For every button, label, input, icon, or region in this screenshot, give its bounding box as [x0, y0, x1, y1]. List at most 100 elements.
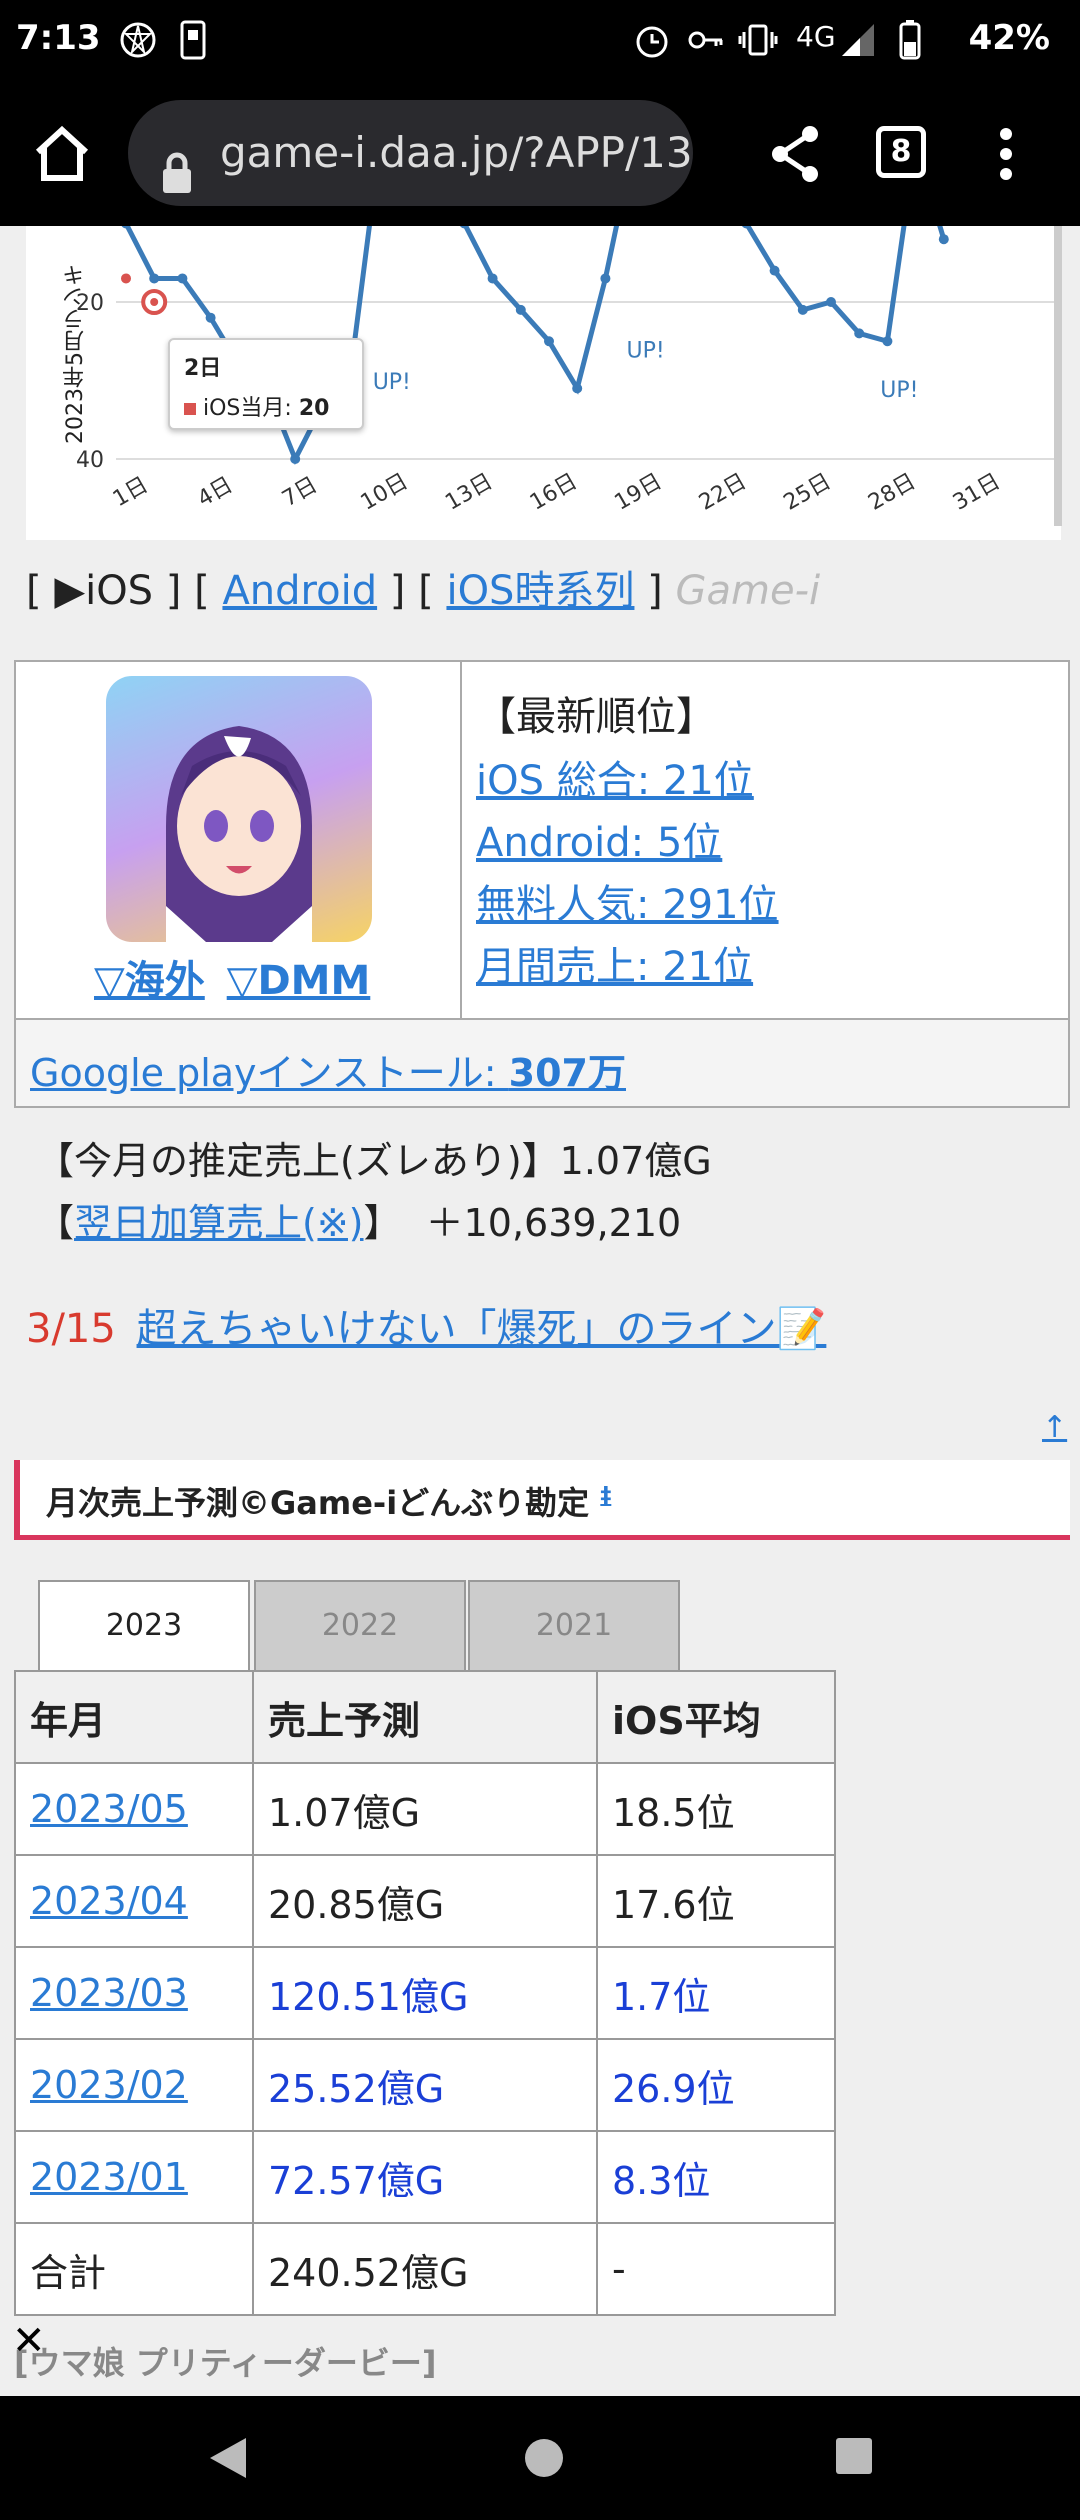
section-title: 月次売上予測©Game-iどんぶり勘定	[46, 1484, 590, 1522]
monthly-estimate-value: 1.07億G	[559, 1139, 712, 1183]
chart-point	[177, 273, 188, 284]
address-bar[interactable]: game-i.daa.jp/?APP/132	[128, 100, 693, 206]
rank-free-link[interactable]: 無料人気: 291位	[476, 872, 779, 930]
page-content: 20 40 1日 4日 7日 10日 13日 16日 19日 22日 25日 28日 31日 UP! UP…	[0, 226, 1080, 2396]
chart-x-tick: 4日	[194, 473, 238, 513]
back-icon[interactable]	[206, 2434, 250, 2486]
chart-point	[797, 304, 808, 315]
chart-x-tick: 1日	[109, 473, 153, 513]
chart-annotation: UP!	[626, 339, 664, 364]
sales-cell: 1.07億G	[252, 1762, 598, 1856]
home-nav-icon[interactable]	[522, 2436, 566, 2484]
tooltip-title: 2日	[184, 356, 222, 381]
chart-x-tick: 10日	[357, 469, 413, 516]
avg-cell: 18.5位	[596, 1762, 836, 1856]
chart-point	[290, 454, 301, 464]
chart-ylabel: 2023年5月ランキ	[63, 264, 88, 444]
table-row: 2023/03 120.51億G 1.7位	[14, 1946, 836, 2040]
month-link[interactable]: 2023/03	[30, 1971, 188, 2015]
vibrate-icon	[738, 20, 778, 69]
home-icon[interactable]	[30, 122, 94, 190]
tab-switcher-button[interactable]: 8	[876, 126, 926, 178]
table-row: 2023/02 25.52億G 26.9位	[14, 2038, 836, 2132]
table-header-row: 年月 売上予測 iOS平均	[14, 1670, 836, 1764]
tab-2021[interactable]: 2021	[468, 1580, 680, 1672]
chart-x-tick: 7日	[278, 473, 322, 513]
avg-cell: 1.7位	[596, 1946, 836, 2040]
total-label: 合計	[14, 2222, 254, 2316]
share-icon[interactable]	[770, 124, 822, 188]
chart-x-tick: 31日	[949, 469, 1005, 516]
nav-ios-timeline-link[interactable]: iOS時系列	[446, 568, 634, 614]
app-icon[interactable]	[106, 676, 372, 942]
nav-android-link[interactable]: Android	[222, 568, 377, 614]
recents-icon[interactable]	[834, 2436, 874, 2480]
chart-point	[769, 265, 780, 276]
network-label: 4G	[796, 20, 836, 53]
month-link[interactable]: 2023/01	[30, 2155, 188, 2199]
chart-point	[882, 336, 893, 347]
chart-point	[938, 234, 949, 245]
dmm-link[interactable]: ▽DMM	[227, 958, 371, 1004]
month-link[interactable]: 2023/05	[30, 1787, 188, 1831]
sales-cell: 120.51億G	[252, 1946, 598, 2040]
chart-point	[854, 328, 865, 339]
section-note-link[interactable]: ‡	[600, 1483, 611, 1508]
table-row: 2023/04 20.85億G 17.6位	[14, 1854, 836, 1948]
sales-cell: 72.57億G	[252, 2130, 598, 2224]
chart-annotation: UP!	[880, 378, 918, 403]
scroll-top-link[interactable]: ↑	[1042, 1410, 1067, 1445]
chart-scrollbar[interactable]	[1054, 226, 1062, 526]
next-day-estimate: 【翌日加算売上(※)】 ＋10,639,210	[36, 1201, 682, 1245]
next-day-link[interactable]: 翌日加算売上(※)	[74, 1201, 364, 1245]
platform-nav: [ ▶iOS ] [ Android ] [ iOS時系列 ] Game-i	[26, 568, 821, 614]
chart-point	[205, 312, 216, 323]
install-count-link[interactable]: Google playインストール: 307万	[30, 1051, 626, 1095]
col-header-avg: iOS平均	[596, 1670, 836, 1764]
month-link[interactable]: 2023/04	[30, 1879, 188, 1923]
table-row: 2023/05 1.07億G 18.5位	[14, 1762, 836, 1856]
chart-point	[826, 297, 836, 307]
rank-monthly-link[interactable]: 月間売上: 21位	[476, 934, 753, 992]
chart-point	[149, 273, 160, 284]
signal-icon	[838, 20, 878, 69]
tab-2022[interactable]: 2022	[254, 1580, 466, 1672]
chart-x-tick: 19日	[610, 469, 666, 516]
chart-annotation: UP!	[373, 370, 411, 395]
chart-point	[572, 383, 583, 394]
total-sales: 240.52億G	[252, 2222, 598, 2316]
notification-icon	[118, 20, 158, 69]
install-count-row: Google playインストール: 307万	[16, 1018, 1068, 1106]
section-header: 月次売上予測©Game-iどんぶり勘定 ‡	[14, 1460, 1070, 1540]
overseas-link[interactable]: ▽海外	[94, 958, 205, 1004]
tooltip-value: 20	[298, 396, 330, 421]
key-icon	[686, 20, 726, 69]
monthly-estimate-label: 【今月の推定売上(ズレあり)】	[36, 1139, 560, 1183]
battery-percent: 42%	[968, 18, 1050, 58]
rank-ios-link[interactable]: iOS 総合: 21位	[476, 748, 754, 806]
battery-icon	[898, 20, 922, 69]
chart-point	[487, 273, 498, 284]
chart-point	[544, 336, 554, 347]
news-link[interactable]: 超えちゃいけない「爆死」のライン📝	[137, 1306, 827, 1352]
col-header-sales: 売上予測	[252, 1670, 598, 1764]
table-row: 2023/01 72.57億G 8.3位	[14, 2130, 836, 2224]
news-line: 3/15 超えちゃいけない「爆死」のライン📝	[26, 1296, 826, 1354]
sales-cell: 20.85億G	[252, 1854, 598, 1948]
menu-more-icon[interactable]	[988, 122, 1024, 190]
close-ad-icon[interactable]: ✕	[12, 2318, 46, 2364]
tab-2023[interactable]: 2023	[38, 1580, 250, 1672]
chart-tooltip: 2日 iOS当月: 20	[168, 338, 364, 430]
ranking-chart: 20 40 1日 4日 7日 10日 13日 16日 19日 22日 25日 28日 31日 UP! UP…	[26, 226, 1061, 540]
status-time: 7:13	[16, 18, 101, 58]
chart-x-tick: 16日	[526, 469, 582, 516]
phone-icon	[178, 20, 208, 69]
avg-cell: 17.6位	[596, 1854, 836, 1948]
avg-cell: 8.3位	[596, 2130, 836, 2224]
sales-table: 年月 売上予測 iOS平均 2023/05 1.07億G 18.5位 2023/…	[14, 1670, 836, 2316]
status-bar: 7:13 4G 42%	[0, 0, 1080, 82]
rank-android-link[interactable]: Android: 5位	[476, 810, 722, 868]
nav-ios: [ ▶iOS ]	[26, 568, 182, 614]
chart-y-tick: 40	[76, 448, 104, 473]
month-link[interactable]: 2023/02	[30, 2063, 188, 2107]
